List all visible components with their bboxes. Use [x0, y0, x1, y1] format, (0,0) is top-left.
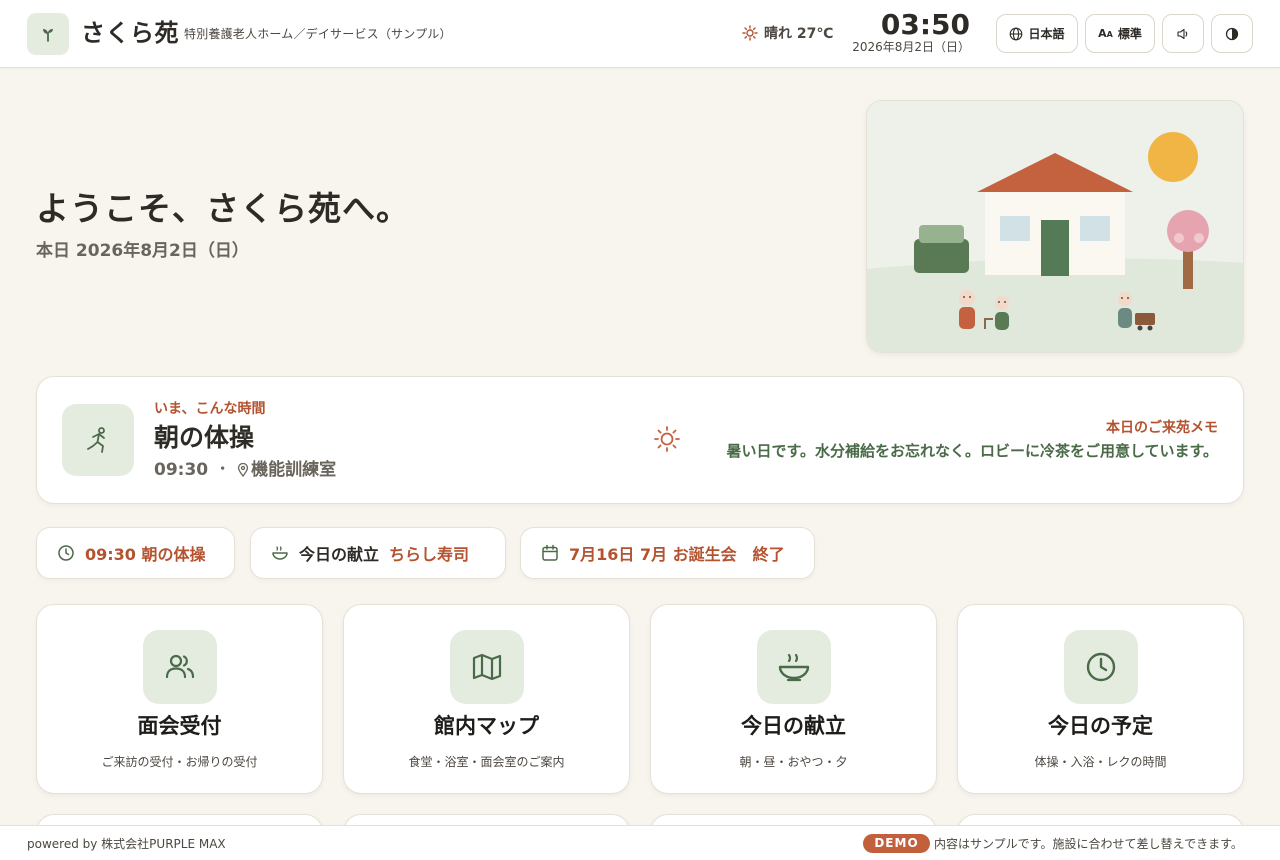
tile-floor-map[interactable]: 館内マップ 食堂・浴室・面会室のご案内: [343, 604, 630, 794]
calendar-icon: [542, 544, 558, 561]
footer-note: 内容はサンプルです。施設に合わせて差し替えできます。: [934, 837, 1243, 851]
chip-next-activity[interactable]: 09:30 朝の体操: [36, 527, 235, 579]
tile-subtitle: 体操・入浴・レクの時間: [1034, 755, 1167, 769]
bowl-icon: [757, 630, 831, 704]
now-label: いま、こんな時間: [154, 401, 266, 417]
tile-visitor-reception[interactable]: 面会受付 ご来訪の受付・お帰りの受付: [36, 604, 323, 794]
powered-by: powered by 株式会社PURPLE MAX: [27, 837, 226, 851]
text-size-button[interactable]: AA 標準: [1085, 14, 1155, 53]
footer: powered by 株式会社PURPLE MAX DEMO 内容はサンプルです…: [0, 825, 1280, 860]
clock-date: 2026年8月2日（日）: [852, 40, 970, 54]
text-size-label: 標準: [1117, 27, 1142, 41]
now-activity-place: 機能訓練室: [251, 460, 337, 480]
clock-icon: [58, 545, 74, 561]
people-icon: [143, 630, 217, 704]
chip-event[interactable]: 7月16日 7月 お誕生会 終了: [520, 527, 815, 579]
chip-next-activity-text: 09:30 朝の体操: [85, 545, 206, 564]
tile-subtitle: 朝・昼・おやつ・夕: [739, 755, 848, 769]
brand-name: さくら苑: [81, 19, 179, 47]
speaker-icon: [1177, 28, 1188, 39]
sound-button[interactable]: [1162, 14, 1204, 53]
sun-icon: [654, 426, 680, 452]
top-bar: さくら苑 特別養護老人ホーム／デイサービス（サンプル） 晴れ 27℃ 03:50…: [0, 0, 1280, 68]
weather-text: 晴れ 27℃: [764, 26, 834, 42]
logo: [27, 13, 69, 55]
welcome-heading: ようこそ、さくら苑へ。: [36, 189, 410, 228]
sun-icon: [742, 25, 758, 41]
meta-separator: ・: [216, 462, 230, 477]
exercise-icon: [62, 404, 134, 476]
tile-todays-schedule[interactable]: 今日の予定 体操・入浴・レクの時間: [957, 604, 1244, 794]
globe-icon: [1010, 27, 1023, 40]
facility-illustration: [866, 100, 1244, 353]
language-label: 日本語: [1028, 27, 1065, 41]
sprout-icon: [43, 29, 53, 42]
current-activity-card: いま、こんな時間 朝の体操 09:30 ・ 機能訓練室 本日のご来苑メモ 暑い日…: [36, 376, 1244, 504]
tile-subtitle: 食堂・浴室・面会室のご案内: [408, 755, 565, 769]
chip-menu[interactable]: 今日の献立 ちらし寿司: [250, 527, 506, 579]
now-activity-title: 朝の体操: [154, 423, 255, 452]
clock-icon: [1064, 630, 1138, 704]
tile-subtitle: ご来訪の受付・お帰りの受付: [101, 755, 258, 769]
font-size-icon: AA: [1098, 27, 1113, 40]
brand-subtitle: 特別養護老人ホーム／デイサービス（サンプル）: [184, 27, 452, 41]
now-activity-time: 09:30: [154, 460, 209, 480]
contrast-icon: [1225, 27, 1239, 40]
map-icon: [450, 630, 524, 704]
now-activity-meta: 09:30 ・ 機能訓練室: [154, 458, 336, 482]
location-pin-icon: [237, 463, 249, 477]
weather-readout: 晴れ 27℃: [742, 22, 833, 44]
tile-title: 今日の献立: [741, 714, 846, 738]
memo-text: 暑い日です。水分補給をお忘れなく。ロビーに冷茶をご用意しています。: [726, 442, 1218, 460]
chip-menu-label: 今日の献立: [299, 545, 380, 564]
tile-title: 面会受付: [137, 714, 222, 738]
today-date: 本日 2026年8月2日（日）: [36, 241, 249, 261]
memo-label: 本日のご来苑メモ: [1106, 420, 1218, 436]
clock-time: 03:50: [880, 8, 970, 41]
tile-title: 館内マップ: [434, 714, 539, 738]
contrast-button[interactable]: [1211, 14, 1253, 53]
language-button[interactable]: 日本語: [996, 14, 1078, 53]
chip-menu-value: ちらし寿司: [389, 545, 470, 564]
demo-badge: DEMO: [863, 834, 930, 853]
tile-todays-menu[interactable]: 今日の献立 朝・昼・おやつ・夕: [650, 604, 937, 794]
tile-title: 今日の予定: [1048, 714, 1153, 738]
bowl-icon: [272, 546, 288, 560]
chip-event-text: 7月16日 7月 お誕生会 終了: [569, 545, 785, 564]
